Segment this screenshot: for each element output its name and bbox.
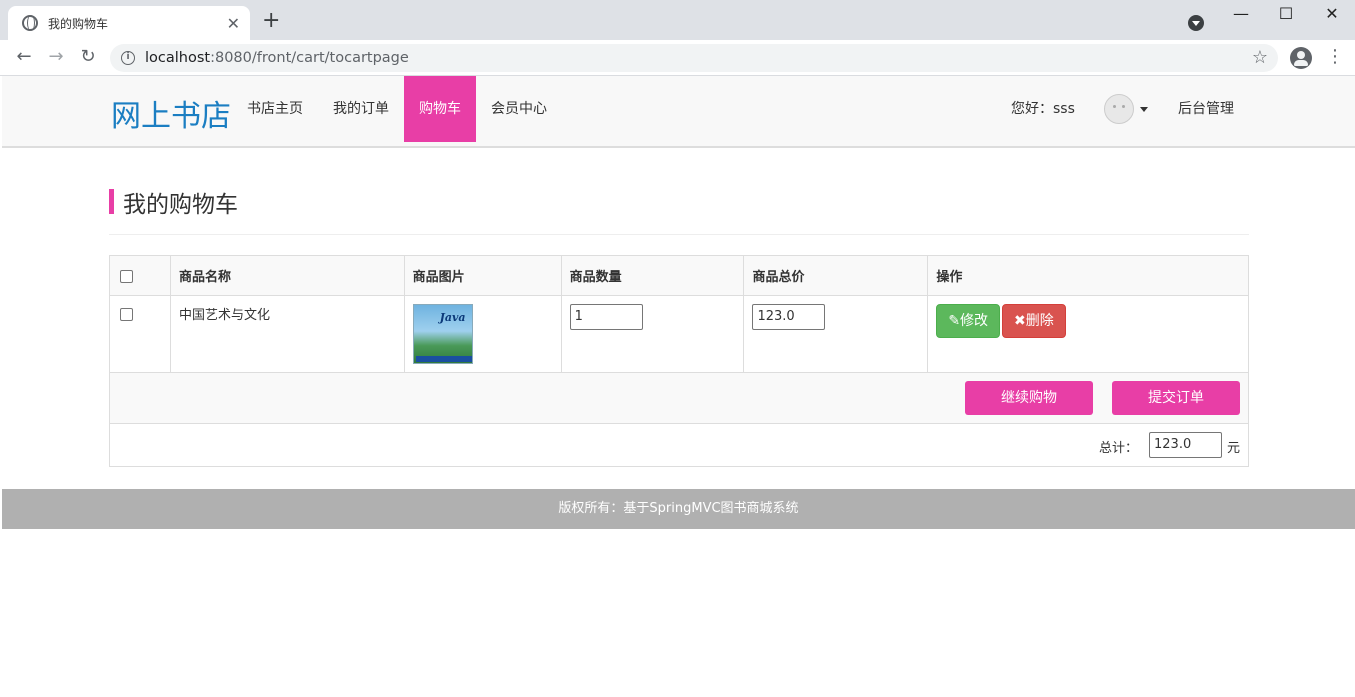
cell-select <box>109 295 171 373</box>
item-total-input[interactable]: 123.0 <box>752 304 826 330</box>
url-text: localhost:8080/front/cart/tocartpage <box>145 50 409 66</box>
product-name: 中国艺术与文化 <box>178 308 270 323</box>
header-image: 商品图片 <box>403 255 562 296</box>
book-cover-text: Java <box>439 311 466 324</box>
globe-icon <box>22 15 38 31</box>
minimize-icon[interactable]: — <box>1226 4 1256 23</box>
nav-item-cart[interactable]: 购物车 <box>404 76 476 142</box>
nav-item-orders[interactable]: 我的订单 <box>318 76 404 142</box>
delete-label: 删除 <box>1025 313 1054 329</box>
action-cell: 继续购物 提交订单 <box>109 372 1249 424</box>
reload-icon[interactable]: ↻ <box>76 46 100 67</box>
tab-search-icon[interactable] <box>1188 15 1204 31</box>
admin-link[interactable]: 后台管理 <box>1178 76 1234 142</box>
edit-button[interactable]: ✎修改 <box>936 304 1001 338</box>
total-label: 总计： <box>1098 441 1138 456</box>
maximize-icon[interactable]: ☐ <box>1271 4 1301 23</box>
browser-tab[interactable]: 我的购物车 ✕ <box>8 6 250 40</box>
edit-label: 修改 <box>960 313 989 329</box>
total-row: 总计： 123.0 元 <box>109 423 1249 467</box>
total-cell: 总计： 123.0 元 <box>109 423 1249 467</box>
window-close-icon[interactable]: ✕ <box>1317 4 1347 23</box>
new-tab-icon[interactable]: + <box>262 9 280 33</box>
total-unit: 元 <box>1226 441 1240 456</box>
url-path: :8080/front/cart/tocartpage <box>210 50 409 66</box>
cell-total: 123.0 <box>743 295 929 373</box>
continue-shopping-button[interactable]: 继续购物 <box>965 381 1093 415</box>
table-header-row: 商品名称 商品图片 商品数量 商品总价 操作 <box>109 255 1249 296</box>
browser-tabstrip: 我的购物车 ✕ + — ☐ ✕ <box>0 0 1355 40</box>
tab-close-icon[interactable]: ✕ <box>227 14 240 33</box>
bookmark-star-icon[interactable]: ☆ <box>1252 47 1268 68</box>
edit-icon: ✎ <box>948 313 961 329</box>
submit-order-button[interactable]: 提交订单 <box>1112 381 1240 415</box>
back-icon[interactable]: ← <box>12 46 36 67</box>
cell-product-image: Java <box>403 295 562 373</box>
page-title: 我的购物车 <box>123 192 238 218</box>
footer: 版权所有：基于SpringMVC图书商城系统 <box>2 489 1355 529</box>
row-checkbox[interactable] <box>120 308 133 321</box>
select-all-checkbox[interactable] <box>120 270 133 283</box>
quantity-input[interactable]: 1 <box>569 304 643 330</box>
page-header: 我的购物车 <box>109 188 1249 235</box>
table-row: 中国艺术与文化 Java 1 123.0 ✎修改 ✖删除 <box>109 295 1249 373</box>
header-actions: 操作 <box>927 255 1249 296</box>
chevron-down-icon[interactable] <box>1140 107 1148 112</box>
delete-icon: ✖ <box>1014 313 1026 329</box>
browser-toolbar: ← → ↻ i localhost:8080/front/cart/tocart… <box>0 40 1355 76</box>
tab-title: 我的购物车 <box>48 16 109 31</box>
header-select-all <box>109 255 171 296</box>
header-total: 商品总价 <box>743 255 929 296</box>
cell-actions: ✎修改 ✖删除 <box>927 295 1249 373</box>
header-name: 商品名称 <box>169 255 405 296</box>
cell-quantity: 1 <box>560 295 745 373</box>
total-wrap: 总计： 123.0 元 <box>110 424 1248 466</box>
product-image: Java <box>412 304 473 364</box>
delete-button[interactable]: ✖删除 <box>1002 304 1066 338</box>
nav-item-member[interactable]: 会员中心 <box>476 76 562 142</box>
site-navbar: 网上书店 书店主页 我的订单 购物车 会员中心 您好：sss 后台管理 <box>2 76 1355 148</box>
url-host: localhost <box>145 50 211 66</box>
address-bar[interactable]: i localhost:8080/front/cart/tocartpage ☆ <box>110 44 1278 72</box>
forward-icon[interactable]: → <box>44 46 68 67</box>
accent-bar <box>109 189 114 214</box>
cell-product-name: 中国艺术与文化 <box>169 295 405 373</box>
user-greeting: 您好：sss <box>1011 101 1075 117</box>
total-input[interactable]: 123.0 <box>1149 432 1222 458</box>
nav-item-home[interactable]: 书店主页 <box>232 76 318 142</box>
cart-table: 商品名称 商品图片 商品数量 商品总价 操作 中国艺术与文化 Java 1 12… <box>109 255 1249 467</box>
menu-kebab-icon[interactable]: ⋮ <box>1326 46 1344 67</box>
site-info-icon[interactable]: i <box>121 51 135 65</box>
header-quantity: 商品数量 <box>560 255 745 296</box>
brand-logo[interactable]: 网上书店 <box>111 91 231 135</box>
profile-icon[interactable] <box>1290 47 1312 69</box>
book-cover-band <box>415 356 472 362</box>
avatar[interactable] <box>1104 94 1134 124</box>
action-row: 继续购物 提交订单 <box>109 372 1249 424</box>
